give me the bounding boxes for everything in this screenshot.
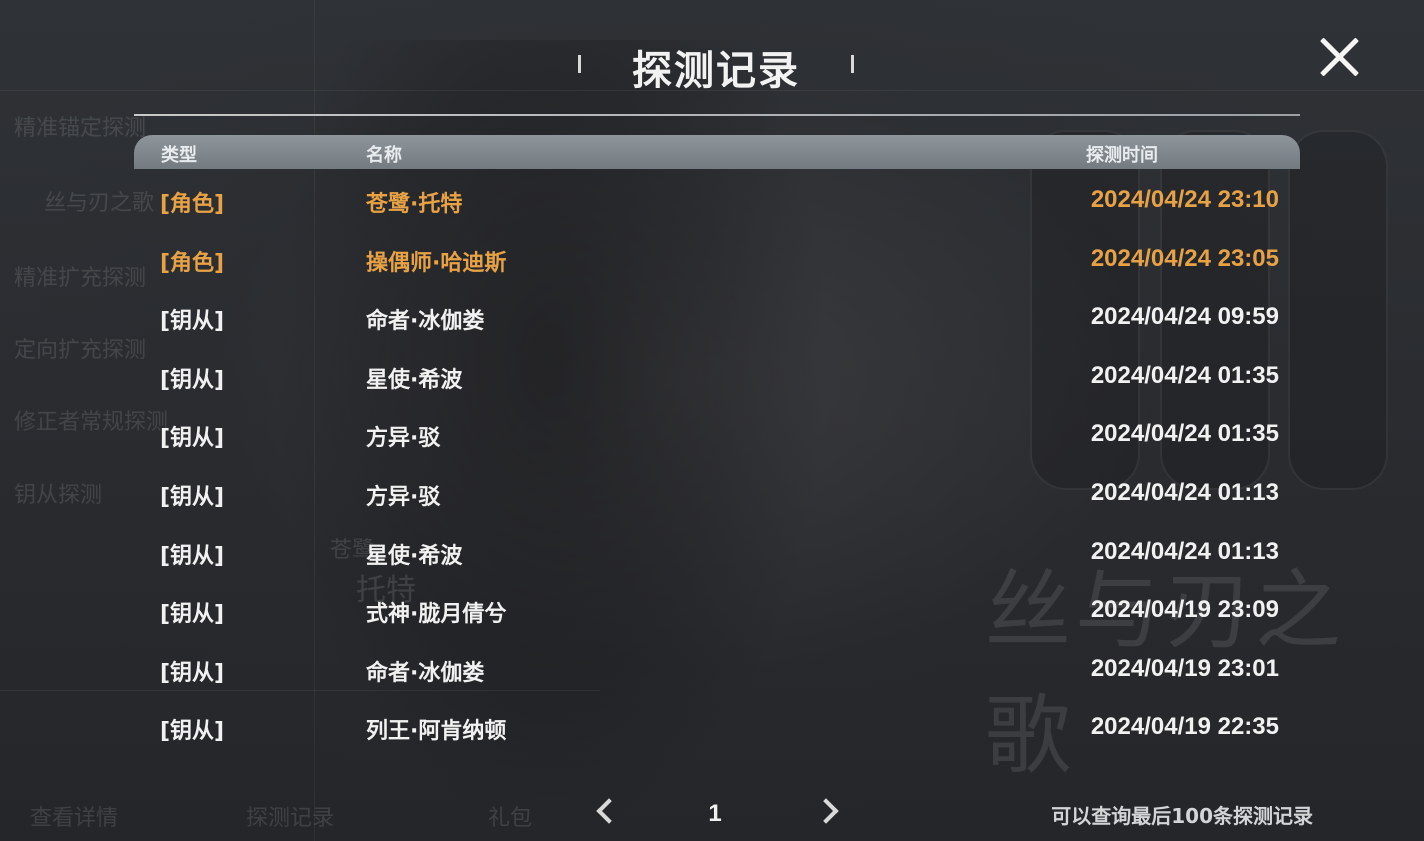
bg-character-card <box>1288 130 1388 490</box>
table-row: [角色] 操偶师·哈迪斯 2024/04/24 23:05 <box>134 230 1300 289</box>
row-name: 星使·希波 <box>366 367 463 393</box>
table-row: [钥从] 方异·驳 2024/04/24 01:35 <box>134 405 1300 464</box>
row-type: [钥从] <box>160 660 225 686</box>
bg-menu-text: 查看详情 <box>30 806 119 831</box>
row-time: 2024/04/19 23:01 <box>1090 654 1279 682</box>
page-number: 1 <box>708 800 722 827</box>
title-decoration <box>851 55 854 73</box>
row-name: 苍鹭·托特 <box>366 192 463 217</box>
bg-menu-text: 精准扩充探测 <box>14 266 147 291</box>
row-type: [钥从] <box>160 543 225 569</box>
record-limit-note: 可以查询最后100条探测记录 <box>1051 804 1313 828</box>
table-row: [钥从] 方异·驳 2024/04/24 01:13 <box>134 464 1300 523</box>
table-row: [钥从] 星使·希波 2024/04/24 01:13 <box>134 523 1300 582</box>
row-type: [角色] <box>160 250 225 276</box>
row-name: 方异·驳 <box>366 484 441 510</box>
table-row: [角色] 苍鹭·托特 2024/04/24 23:10 <box>134 171 1300 230</box>
table-row: [钥从] 列王·阿肯纳顿 2024/04/19 22:35 <box>134 698 1300 757</box>
table-row: [钥从] 式神·胧月倩兮 2024/04/19 23:09 <box>134 581 1300 640</box>
table-row: [钥从] 命者·冰伽娄 2024/04/19 23:01 <box>134 640 1300 699</box>
chevron-right-icon <box>813 798 839 824</box>
row-time: 2024/04/24 01:13 <box>1090 478 1279 506</box>
column-header-type: 类型 <box>161 145 197 166</box>
dialog-header: 探测记录 <box>0 0 1424 120</box>
row-time: 2024/04/24 01:35 <box>1090 420 1279 448</box>
table-row: [钥从] 星使·希波 2024/04/24 01:35 <box>134 347 1300 406</box>
row-time: 2024/04/19 23:09 <box>1090 596 1279 624</box>
row-type: [角色] <box>160 192 225 217</box>
row-type: [钥从] <box>160 602 225 628</box>
row-type: [钥从] <box>160 719 225 745</box>
row-time: 2024/04/24 01:13 <box>1090 537 1279 565</box>
next-page-button[interactable] <box>813 797 845 827</box>
table-row: [钥从] 命者·冰伽娄 2024/04/24 09:59 <box>134 288 1300 347</box>
column-header-time: 探测时间 <box>1086 145 1158 166</box>
row-time: 2024/04/24 23:05 <box>1090 244 1279 272</box>
bg-menu-text: 礼包 <box>488 806 533 831</box>
prev-page-button[interactable] <box>590 797 622 827</box>
row-name: 操偶师·哈迪斯 <box>366 250 507 276</box>
row-name: 方异·驳 <box>366 426 441 452</box>
bg-menu-text: 定向扩充探测 <box>14 338 147 363</box>
row-type: [钥从] <box>160 309 225 335</box>
row-name: 命者·冰伽娄 <box>366 660 485 686</box>
row-name: 列王·阿肯纳顿 <box>366 719 507 745</box>
bg-menu-text: 探测记录 <box>246 806 335 831</box>
page-title: 探测记录 <box>632 48 800 94</box>
table-header: 类型 名称 探测时间 <box>134 135 1300 169</box>
column-header-name: 名称 <box>366 145 402 166</box>
row-time: 2024/04/24 23:10 <box>1090 186 1279 213</box>
row-time: 2024/04/24 09:59 <box>1090 303 1279 331</box>
close-icon[interactable] <box>1316 34 1362 80</box>
row-time: 2024/04/19 22:35 <box>1090 713 1279 741</box>
row-time: 2024/04/24 01:35 <box>1090 361 1279 389</box>
chevron-left-icon <box>596 798 622 824</box>
header-divider <box>134 114 1300 116</box>
row-type: [钥从] <box>160 367 225 393</box>
bg-menu-text: 钥从探测 <box>14 483 103 508</box>
row-name: 命者·冰伽娄 <box>366 309 485 335</box>
row-name: 星使·希波 <box>366 543 463 569</box>
row-type: [钥从] <box>160 426 225 452</box>
row-type: [钥从] <box>160 484 225 510</box>
record-list: [角色] 苍鹭·托特 2024/04/24 23:10 [角色] 操偶师·哈迪斯… <box>134 171 1300 757</box>
row-name: 式神·胧月倩兮 <box>366 602 507 628</box>
